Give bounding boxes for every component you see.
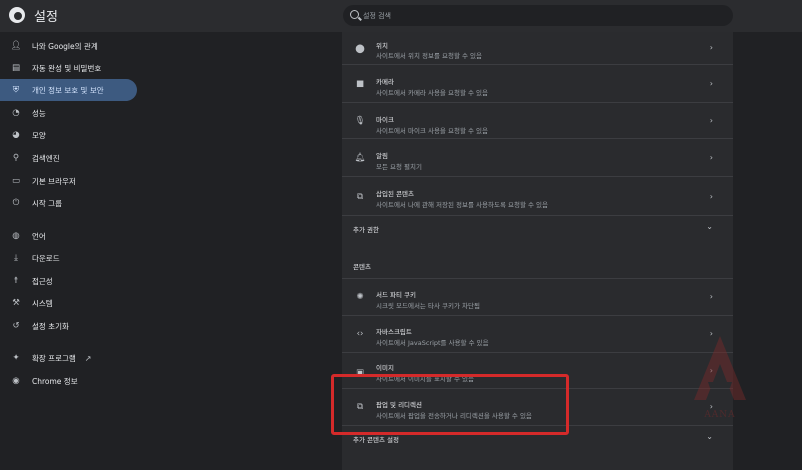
row-title: 이미지 xyxy=(376,364,394,372)
download-icon: ⤓ xyxy=(14,253,18,263)
permission-row-location[interactable]: ⬤ 위치 사이트에서 위치 정보를 요청할 수 있음 › xyxy=(342,32,733,65)
chevron-right-icon: › xyxy=(709,79,713,88)
chevron-right-icon: › xyxy=(709,116,713,125)
row-title: 삽입된 콘텐츠 xyxy=(376,190,414,198)
search-icon xyxy=(350,10,359,19)
row-title: 마이크 xyxy=(376,116,394,124)
sidebar-item-label: 기본 브라우저 xyxy=(32,176,76,186)
chevron-right-icon: › xyxy=(709,43,713,52)
sidebar-item-search-engine[interactable]: ⚲ 검색엔진 xyxy=(0,147,137,169)
sidebar-item-privacy[interactable]: ⛨ 개인 정보 보호 및 보안 xyxy=(0,79,137,101)
top-bar: 설정 xyxy=(0,0,802,32)
speedometer-icon: ◔ xyxy=(12,108,20,118)
globe-icon: ◍ xyxy=(12,231,20,241)
cookie-icon: ✺ xyxy=(356,292,364,302)
sidebar-item-on-startup[interactable]: ⏻ 시작 그룹 xyxy=(0,192,137,214)
row-subtitle: 사이트에서 나에 관해 저장된 정보를 사용하도록 요청할 수 있음 xyxy=(376,201,549,209)
chevron-right-icon: › xyxy=(709,192,713,201)
permission-row-camera[interactable]: ■ 카메라 사이트에서 카메라 사용을 요청할 수 있음 › xyxy=(342,66,733,103)
row-title: 카메라 xyxy=(376,78,394,86)
row-subtitle: 사이트에서 카메라 사용을 요청할 수 있음 xyxy=(376,89,488,97)
chevron-down-icon: ⌄ xyxy=(706,222,713,231)
sidebar-item-label: 언어 xyxy=(32,231,46,241)
open-in-new-icon: ↗ xyxy=(84,353,92,363)
additional-permissions-label: 추가 권한 xyxy=(353,226,379,234)
row-subtitle: 시크릿 모드에서는 타사 쿠키가 차단됨 xyxy=(376,302,480,310)
watermark-text: AANA xyxy=(704,410,736,420)
sidebar-item-label: 자동 완성 및 비밀번호 xyxy=(32,63,102,73)
palette-icon: ◕ xyxy=(12,130,20,140)
watermark: AANA xyxy=(690,330,750,440)
sidebar-item-languages[interactable]: ◍ 언어 xyxy=(0,225,137,247)
person-icon: 👤︎ xyxy=(10,41,22,51)
sidebar-item-appearance[interactable]: ◕ 모양 xyxy=(0,124,137,146)
sidebar-item-label: 성능 xyxy=(32,108,46,118)
chevron-right-icon: › xyxy=(709,292,713,301)
sidebar-item-system[interactable]: ⚒ 시스템 xyxy=(0,292,137,314)
sidebar: 👤︎ 나와 Google의 관계 ▤ 자동 완성 및 비밀번호 ⛨ 개인 정보 … xyxy=(0,32,140,470)
sidebar-item-label: 모양 xyxy=(32,130,46,140)
permission-row-notifications[interactable]: 🔔︎ 알림 모든 요청 펼치기 › xyxy=(342,140,733,177)
sidebar-item-accessibility[interactable]: ☨ 접근성 xyxy=(0,270,137,292)
sidebar-item-label: 나와 Google의 관계 xyxy=(32,41,98,51)
row-title: 서드 파티 쿠키 xyxy=(376,291,417,299)
sidebar-item-default-browser[interactable]: ▭ 기본 브라우저 xyxy=(0,170,137,192)
mic-icon: 🎙︎ xyxy=(354,116,366,126)
power-icon: ⏻ xyxy=(12,198,20,208)
permission-row-embedded-content[interactable]: ⧉ 삽입된 콘텐츠 사이트에서 나에 관해 저장된 정보를 사용하도록 요청할 … xyxy=(342,178,733,216)
sidebar-item-performance[interactable]: ◔ 성능 xyxy=(0,102,137,124)
sidebar-item-label: 검색엔진 xyxy=(32,153,60,163)
bell-icon: 🔔︎ xyxy=(354,153,366,163)
additional-permissions-toggle[interactable]: 추가 권한 ⌄ xyxy=(342,217,733,239)
sidebar-item-downloads[interactable]: ⤓ 다운로드 xyxy=(0,247,137,269)
row-subtitle: 모든 요청 펼치기 xyxy=(376,163,422,171)
sidebar-item-label: Chrome 정보 xyxy=(32,376,78,386)
highlight-box xyxy=(331,374,569,435)
browser-icon: ▭ xyxy=(11,176,21,186)
camera-icon: ■ xyxy=(355,79,365,89)
accessibility-icon: ☨ xyxy=(13,276,19,286)
permission-row-microphone[interactable]: 🎙︎ 마이크 사이트에서 마이크 사용을 요청할 수 있음 › xyxy=(342,104,733,139)
sidebar-item-reset-settings[interactable]: ↺ 설정 초기화 xyxy=(0,315,137,337)
chrome-icon: ◉ xyxy=(12,376,20,386)
row-subtitle: 사이트에서 JavaScript를 사용할 수 있음 xyxy=(376,339,489,347)
row-title: 자바스크립트 xyxy=(376,328,412,336)
content-row-javascript[interactable]: ‹› 자바스크립트 사이트에서 JavaScript를 사용할 수 있음 › xyxy=(342,317,733,353)
location-icon: ⬤ xyxy=(355,44,365,54)
search-icon: ⚲ xyxy=(12,153,20,163)
search-box[interactable] xyxy=(343,5,733,26)
chevron-right-icon: › xyxy=(709,153,713,162)
wrench-icon: ⚒ xyxy=(12,298,20,308)
sidebar-item-label: 다운로드 xyxy=(32,253,60,263)
watermark-logo-icon xyxy=(694,336,746,400)
history-icon: ↺ xyxy=(12,321,20,331)
shield-icon: ⛨ xyxy=(12,85,20,95)
sidebar-item-extensions[interactable]: ✦ 확장 프로그램 ↗ xyxy=(0,347,137,369)
sidebar-item-about-chrome[interactable]: ◉ Chrome 정보 xyxy=(0,370,137,392)
sidebar-item-label: 시작 그룹 xyxy=(32,198,62,208)
content-row-third-party-cookies[interactable]: ✺ 서드 파티 쿠키 시크릿 모드에서는 타사 쿠키가 차단됨 › xyxy=(342,278,733,316)
embedded-content-icon: ⧉ xyxy=(356,192,364,202)
sidebar-item-label: 시스템 xyxy=(32,298,53,308)
additional-content-label: 추가 콘텐츠 설정 xyxy=(353,436,399,444)
search-input[interactable] xyxy=(363,8,663,23)
chrome-logo-icon xyxy=(9,7,25,23)
row-title: 위치 xyxy=(376,42,388,50)
clipboard-icon: ▤ xyxy=(11,63,21,73)
sidebar-item-label: 설정 초기화 xyxy=(32,321,69,331)
sidebar-item-you-and-google[interactable]: 👤︎ 나와 Google의 관계 xyxy=(0,35,137,57)
row-subtitle: 사이트에서 마이크 사용을 요청할 수 있음 xyxy=(376,127,488,135)
row-subtitle: 사이트에서 위치 정보를 요청할 수 있음 xyxy=(376,52,483,60)
sidebar-item-label: 확장 프로그램 xyxy=(32,353,76,363)
puzzle-icon: ✦ xyxy=(12,353,20,363)
page-title: 설정 xyxy=(34,10,58,25)
row-title: 알림 xyxy=(376,152,388,160)
sidebar-item-label: 개인 정보 보호 및 보안 xyxy=(32,85,104,95)
content-section-heading: 콘텐츠 xyxy=(353,263,371,271)
sidebar-item-label: 접근성 xyxy=(32,276,53,286)
code-icon: ‹› xyxy=(356,329,364,339)
sidebar-item-autofill[interactable]: ▤ 자동 완성 및 비밀번호 xyxy=(0,57,137,79)
